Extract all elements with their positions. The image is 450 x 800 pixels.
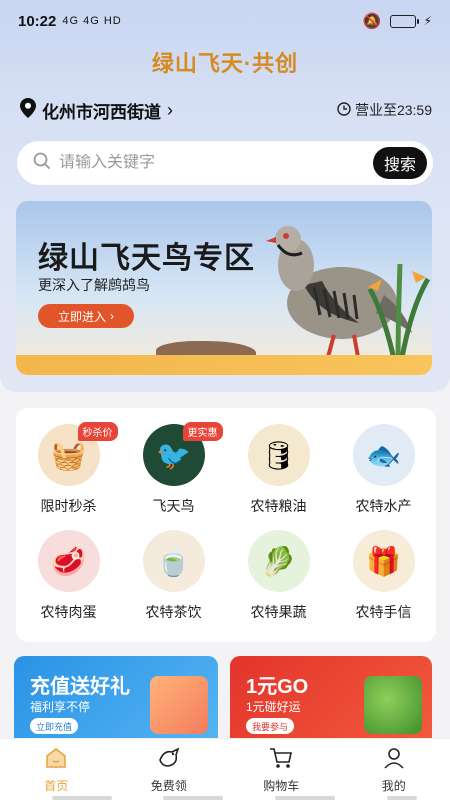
category-label: 农特粮油: [250, 498, 307, 514]
banner-enter-button[interactable]: 立即进入 ›: [38, 304, 134, 328]
tab-user[interactable]: 我的: [338, 739, 450, 800]
category-item[interactable]: 🐟 农特水产: [331, 424, 436, 516]
tab-cart[interactable]: 购物车: [225, 739, 338, 800]
gesture-bar: [163, 796, 223, 800]
mute-icon: 🔕: [362, 13, 382, 30]
promo-subtitle: 1元碰好运: [246, 700, 301, 714]
vegetable-icon: [364, 676, 422, 734]
user-icon: [382, 746, 406, 773]
banner-title: 绿山飞天鸟专区: [38, 242, 255, 275]
gesture-bar: [52, 796, 112, 800]
category-label: 农特果蔬: [250, 604, 307, 620]
hours-text: 营业至23:59: [354, 102, 432, 118]
status-bar: 10:22 4G 4G HD 🔕 ⚡: [0, 0, 450, 42]
status-time: 10:22: [18, 12, 57, 30]
banner-button-label: 立即进入: [57, 309, 106, 324]
promo-subtitle: 福利享不停: [30, 700, 91, 714]
promo-banner[interactable]: 绿山飞天鸟专区 更深入了解鹧鸪鸟 立即进入 ›: [16, 201, 432, 375]
recharge-promo[interactable]: 充值送好礼 福利享不停 立即充值: [14, 656, 218, 740]
app-title: 绿山飞天·共创: [151, 51, 299, 76]
category-item[interactable]: 🛢 农特粮油: [226, 424, 331, 516]
chevron-right-icon: ›: [110, 309, 114, 323]
one-yuan-promo[interactable]: 1元GO 1元碰好运 我要参与: [230, 656, 432, 740]
category-label: 飞天鸟: [152, 498, 195, 514]
bird-icon: 🐦 更实惠: [142, 422, 223, 486]
location-pin-icon[interactable]: [20, 97, 36, 123]
meat-icon: 🥩: [37, 530, 100, 592]
search-button[interactable]: 搜索: [373, 147, 427, 179]
category-item[interactable]: 🐦 更实惠飞天鸟: [121, 422, 226, 516]
category-label: 农特肉蛋: [40, 604, 97, 620]
gesture-bar: [387, 796, 417, 800]
gesture-bar: [275, 796, 335, 800]
tab-bird-outline[interactable]: 免费领: [113, 739, 226, 800]
signal-icon: 4G 4G HD: [62, 15, 122, 27]
clock-icon: [337, 101, 351, 119]
fish-icon: 🐟: [352, 424, 415, 486]
gift-box-icon: [150, 676, 208, 734]
category-label: 农特茶饮: [145, 604, 202, 620]
category-item[interactable]: 🎁 农特手信: [331, 530, 436, 622]
category-item[interactable]: 🍵 农特茶饮: [121, 530, 226, 622]
category-grid: 🧺 秒杀价 限时秒杀 🐦 更实惠 飞天鸟 🛢 农特粮油 🐟 农特水产 🥩 农特肉蛋 🍵 农特茶饮 🥬 农特果蔬…: [16, 422, 436, 622]
plant-image: [367, 263, 431, 369]
search-input[interactable]: [59, 154, 373, 172]
gift-box-icon: 🎁: [352, 530, 415, 592]
recharge-button[interactable]: 立即充值: [30, 718, 79, 734]
banner-stripe: [16, 355, 432, 375]
bird-outline-icon: [156, 746, 182, 773]
category-item[interactable]: 🥩 农特肉蛋: [16, 530, 121, 622]
category-item[interactable]: 🧺 秒杀价限时秒杀: [16, 422, 121, 516]
chevron-right-icon[interactable]: ›: [167, 100, 173, 121]
category-tag: 更实惠: [182, 422, 223, 441]
cart-icon: [268, 746, 294, 773]
charging-icon: ⚡: [423, 14, 432, 28]
tab-label: 首页: [44, 778, 69, 793]
category-card: 🧺 秒杀价 限时秒杀 🐦 更实惠 飞天鸟 🛢 农特粮油 🐟 农特水产 🥩 农特肉蛋 🍵 农特茶饮 🥬 农特果蔬…: [16, 408, 436, 642]
promo-title: 1元GO: [246, 676, 309, 698]
battery-icon: [389, 14, 419, 28]
promo-title: 充值送好礼: [30, 676, 130, 698]
category-label: 农特手信: [355, 604, 412, 620]
tab-label: 购物车: [263, 778, 300, 793]
search-icon: [33, 152, 51, 175]
search-bar: 搜索: [17, 141, 433, 185]
tea-icon: 🍵: [142, 530, 205, 592]
join-button[interactable]: 我要参与: [246, 718, 295, 734]
home-icon: [44, 746, 68, 773]
vegetable-icon: 🥬: [247, 530, 310, 592]
category-label: 农特水产: [355, 498, 412, 514]
location-address[interactable]: 化州市河西街道: [42, 98, 161, 123]
business-hours: 营业至23:59: [337, 100, 432, 120]
category-item[interactable]: 🥬 农特果蔬: [226, 530, 331, 622]
tab-home[interactable]: 首页: [0, 739, 113, 800]
category-label: 限时秒杀: [40, 498, 97, 514]
rice-oil-icon: 🛢: [247, 424, 310, 486]
banner-subtitle: 更深入了解鹧鸪鸟: [38, 277, 150, 293]
tab-label: 我的: [381, 778, 406, 793]
basket-icon: 🧺 秒杀价: [37, 422, 118, 486]
bottom-tab-bar: 首页 免费领 购物车 我的: [0, 738, 450, 800]
location-row: 化州市河西街道 › 营业至23:59: [20, 96, 432, 124]
category-tag: 秒杀价: [77, 422, 118, 441]
tab-label: 免费领: [150, 778, 187, 793]
